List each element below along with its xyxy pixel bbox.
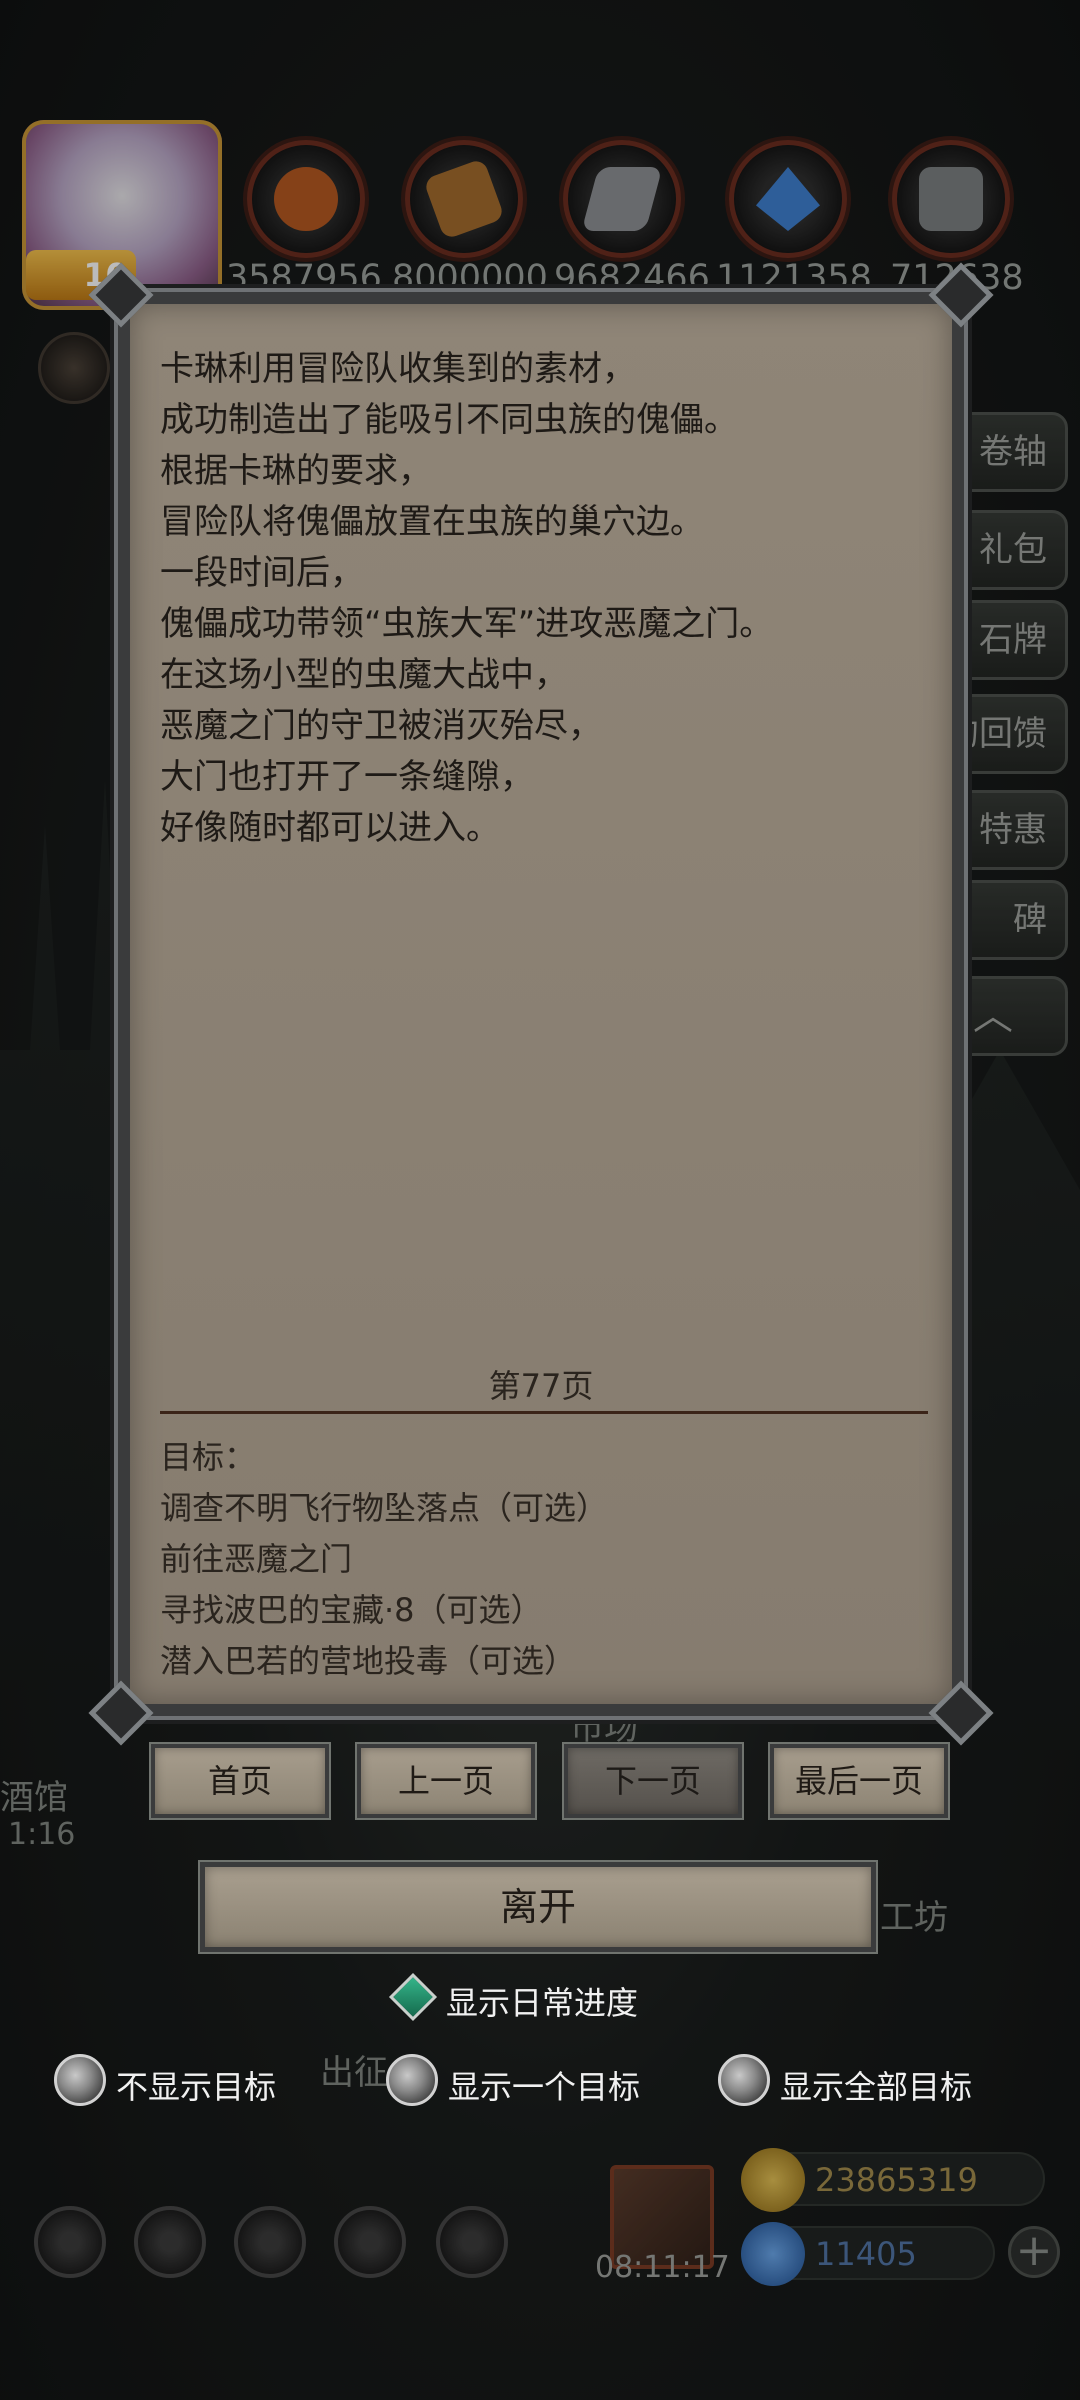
goal-item: 潜入巴若的营地投毒（可选） (160, 1642, 577, 1680)
divider (160, 1411, 928, 1414)
page-number: 第77页 (488, 1367, 594, 1405)
goals-title: 目标： (160, 1438, 257, 1476)
story-line: 傀儡成功带领“虫族大军”进攻恶魔之门。 (160, 604, 774, 644)
goal-item: 调查不明飞行物坠落点（可选） (160, 1489, 609, 1527)
story-line: 根据卡琳的要求， (160, 451, 432, 491)
story-line: 在这场小型的虫魔大战中， (160, 655, 568, 695)
prev-page-button[interactable]: 上一页 (357, 1744, 535, 1818)
next-page-button[interactable]: 下一页 (564, 1744, 742, 1818)
story-line: 恶魔之门的守卫被消灭殆尽， (160, 706, 602, 746)
goals-list: 目标： 调查不明飞行物坠落点（可选） 前往恶魔之门 寻找波巴的宝藏·8（可选） … (160, 1432, 608, 1687)
radio-knob-icon (386, 2054, 438, 2106)
first-page-button[interactable]: 首页 (151, 1744, 329, 1818)
goal-item: 寻找波巴的宝藏·8（可选） (160, 1591, 543, 1629)
show-daily-progress-label: 显示日常进度 (446, 1984, 639, 2022)
story-text: 卡琳利用冒险队收集到的素材， 成功制造出了能吸引不同虫族的傀儡。 根据卡琳的要求… (160, 344, 950, 854)
story-line: 成功制造出了能吸引不同虫族的傀儡。 (160, 400, 738, 440)
radio-hide-goals-label: 不显示目标 (116, 2068, 277, 2106)
radio-show-all-goals-label: 显示全部目标 (780, 2068, 973, 2106)
radio-show-one-goal-label: 显示一个目标 (448, 2068, 641, 2106)
radio-knob-icon (54, 2054, 106, 2106)
last-page-button[interactable]: 最后一页 (770, 1744, 948, 1818)
story-line: 好像随时都可以进入。 (160, 808, 500, 848)
story-line: 冒险队将傀儡放置在虫族的巢穴边。 (160, 502, 704, 542)
goal-item: 前往恶魔之门 (160, 1540, 353, 1578)
story-line: 一段时间后， (160, 553, 364, 593)
story-line: 大门也打开了一条缝隙， (160, 757, 534, 797)
radio-knob-icon (718, 2054, 770, 2106)
story-line: 卡琳利用冒险队收集到的素材， (160, 349, 636, 389)
story-dialog: 卡琳利用冒险队收集到的素材， 成功制造出了能吸引不同虫族的傀儡。 根据卡琳的要求… (88, 262, 994, 1746)
leave-button[interactable]: 离开 (200, 1862, 876, 1952)
